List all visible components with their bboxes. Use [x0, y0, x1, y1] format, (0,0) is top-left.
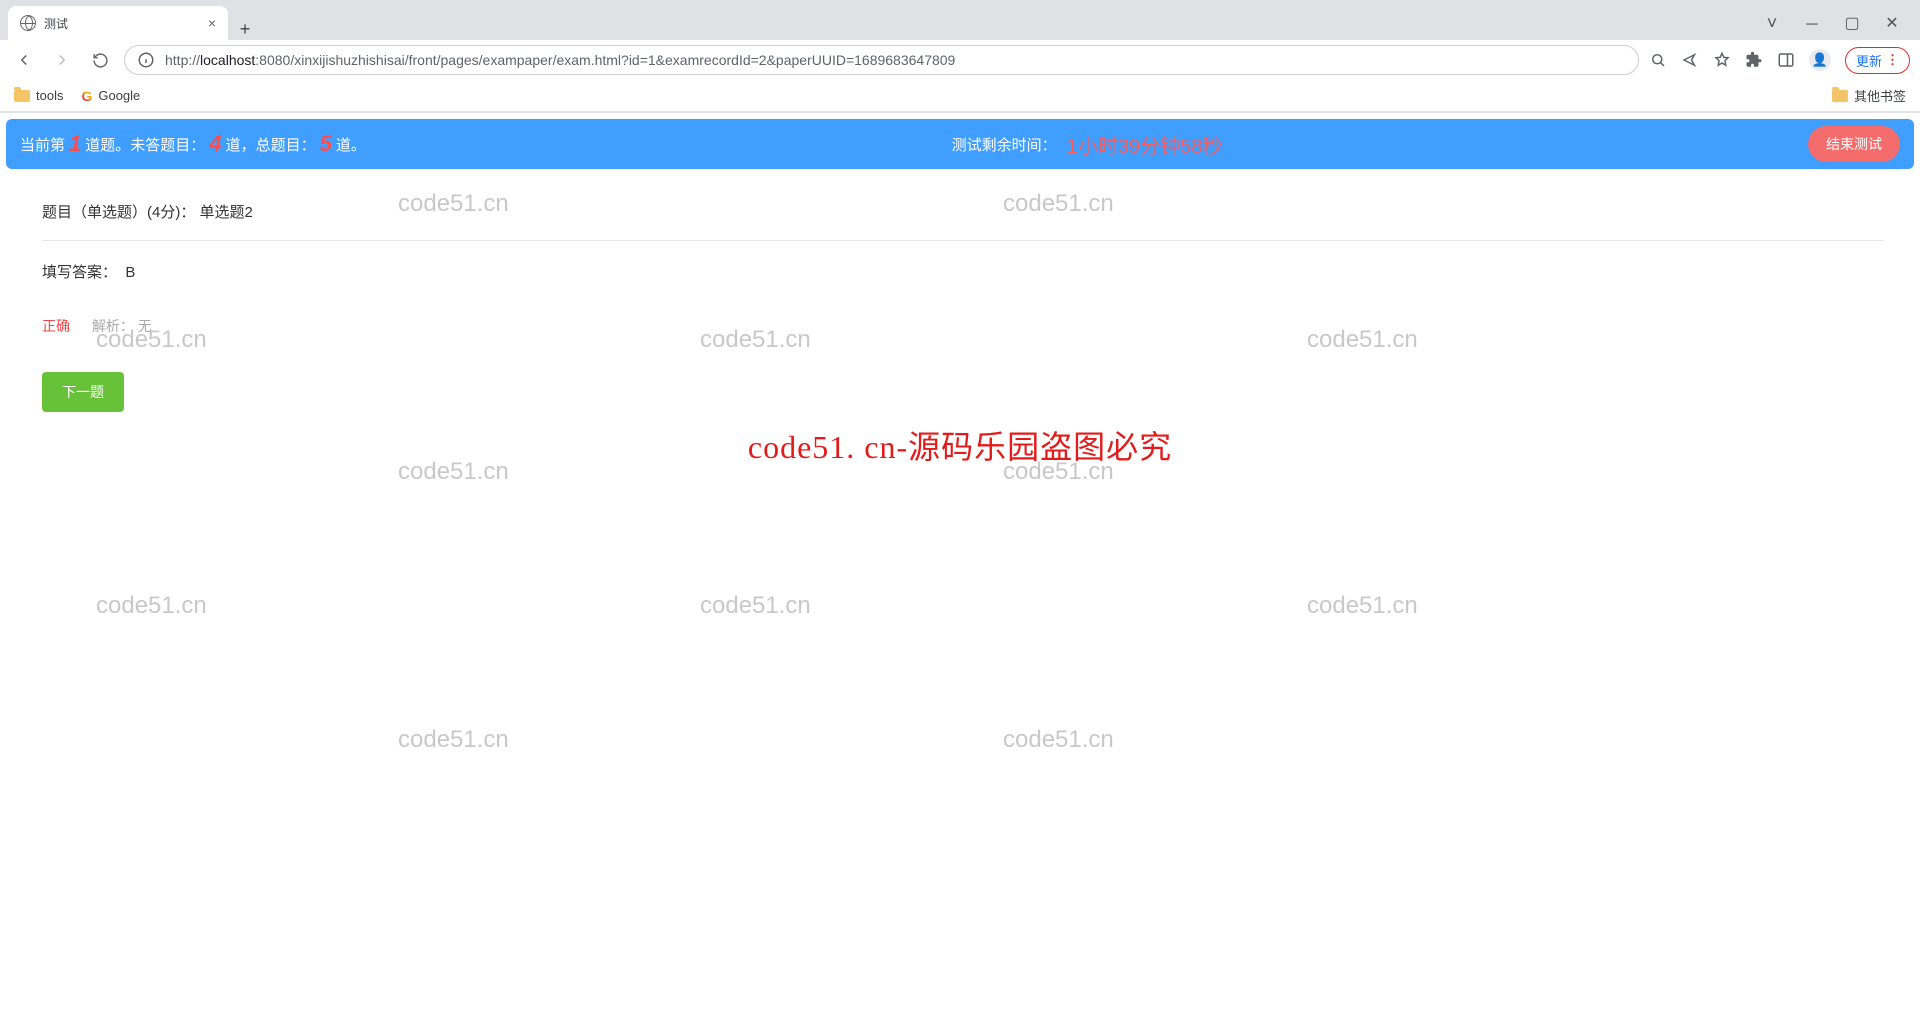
watermark: code51.cn [1307, 592, 1418, 620]
back-button[interactable] [10, 46, 38, 74]
minimize-icon[interactable]: － [1792, 6, 1832, 40]
star-icon[interactable] [1713, 51, 1731, 69]
forward-button[interactable] [48, 46, 76, 74]
url-text: http://localhost:8080/xinxijishuzhishisa… [165, 52, 955, 68]
timer-value: 1小时39分钟58秒 [1067, 130, 1223, 159]
new-tab-button[interactable]: + [228, 19, 262, 40]
result-label: 正确 [42, 318, 70, 334]
side-panel-icon[interactable] [1777, 51, 1795, 69]
reload-button[interactable] [86, 46, 114, 74]
info-icon [137, 51, 155, 69]
total-count: 5 [316, 131, 336, 157]
answer-row: 填写答案： B [42, 241, 1884, 292]
folder-icon [14, 90, 30, 102]
browser-tab[interactable]: 测试 × [8, 6, 228, 40]
answer-value: B [125, 264, 135, 281]
chevron-down-icon[interactable]: ˅ [1752, 6, 1792, 40]
bookmark-other[interactable]: 其他书签 [1832, 86, 1906, 105]
extensions-icon[interactable] [1745, 51, 1763, 69]
bookmark-tools[interactable]: tools [14, 88, 63, 103]
watermark: code51.cn [1003, 726, 1114, 754]
timer: 测试剩余时间： 1小时39分钟58秒 [952, 130, 1223, 159]
end-exam-button[interactable]: 结束测试 [1808, 126, 1900, 162]
toolbar: http://localhost:8080/xinxijishuzhishisa… [0, 40, 1920, 80]
close-window-icon[interactable]: ✕ [1872, 6, 1912, 40]
close-tab-icon[interactable]: × [208, 15, 216, 31]
next-question-button[interactable]: 下一题 [42, 372, 124, 412]
window-controls: ˅ － ▢ ✕ [1752, 6, 1912, 40]
analysis-value: 无 [138, 318, 152, 334]
result-row: 正确 解析： 无 [42, 292, 1884, 346]
big-watermark: code51. cn-源码乐园盗图必究 [6, 422, 1914, 468]
globe-icon [20, 15, 36, 31]
update-button[interactable]: 更新⋮ [1845, 47, 1910, 74]
bookmark-google[interactable]: G Google [81, 88, 140, 104]
tab-title: 测试 [44, 15, 68, 32]
browser-chrome: 测试 × + ˅ － ▢ ✕ http://localhost:8080/xin… [0, 0, 1920, 113]
profile-avatar[interactable]: 👤 [1809, 49, 1831, 71]
folder-icon [1832, 90, 1848, 102]
page-body: 当前第 1 道题。 未答题目： 4 道， 总题目： 5 道。 测试剩余时间： 1… [0, 113, 1920, 468]
current-question-number: 1 [65, 131, 85, 157]
unanswered-count: 4 [205, 131, 225, 157]
address-bar[interactable]: http://localhost:8080/xinxijishuzhishisa… [124, 45, 1639, 75]
share-icon[interactable] [1681, 51, 1699, 69]
exam-status-bar: 当前第 1 道题。 未答题目： 4 道， 总题目： 5 道。 测试剩余时间： 1… [6, 119, 1914, 169]
maximize-icon[interactable]: ▢ [1832, 6, 1872, 40]
bookmarks-bar: tools G Google 其他书签 [0, 80, 1920, 112]
watermark: code51.cn [398, 726, 509, 754]
watermark: code51.cn [96, 592, 207, 620]
question-title: 题目（单选题）(4分)： 单选题2 [42, 179, 1884, 241]
watermark: code51.cn [700, 592, 811, 620]
progress-text: 当前第 1 道题。 未答题目： 4 道， 总题目： 5 道。 [20, 131, 366, 157]
toolbar-right: 👤 更新⋮ [1649, 47, 1910, 74]
search-icon[interactable] [1649, 51, 1667, 69]
tab-strip: 测试 × + ˅ － ▢ ✕ [0, 0, 1920, 40]
google-icon: G [81, 88, 92, 104]
